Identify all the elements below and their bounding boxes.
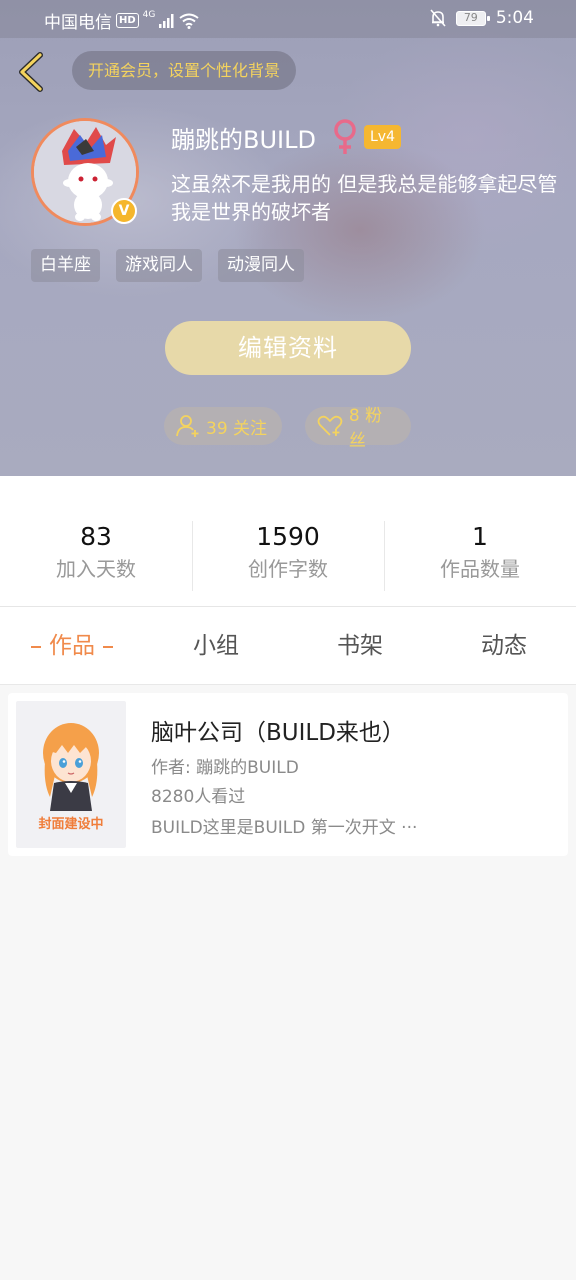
- hd-badge: HD: [116, 13, 139, 28]
- cover-placeholder-illustration: [43, 723, 99, 811]
- work-list-item[interactable]: 封面建设中 脑叶公司（BUILD来也） 作者: 蹦跳的BUILD 8280人看过…: [8, 693, 568, 856]
- stat-value: 83: [80, 522, 112, 551]
- tag-item[interactable]: 动漫同人: [218, 249, 304, 282]
- edit-profile-button[interactable]: 编辑资料: [165, 321, 411, 375]
- heart-icon: [317, 415, 343, 436]
- avatar[interactable]: V: [31, 118, 139, 226]
- level-badge: Lv4: [364, 125, 401, 149]
- stat-value: 1590: [256, 522, 320, 551]
- person-add-icon: [176, 415, 199, 437]
- following-count: 39 关注: [206, 418, 268, 439]
- username: 蹦跳的BUILD: [171, 126, 316, 154]
- back-button[interactable]: [14, 50, 54, 94]
- tab-works[interactable]: 作品: [0, 607, 144, 685]
- profile-header: 中国电信 HD 4G 79 5:04 开通会员，设置个性化背景 V 蹦跳的BUI…: [0, 0, 576, 476]
- work-description: BUILD这里是BUILD 第一次开文 ···: [151, 818, 418, 838]
- work-author: 作者: 蹦跳的BUILD: [151, 758, 299, 778]
- cover-placeholder-text: 封面建设中: [38, 817, 104, 832]
- stat-word-count: 1590 创作字数: [192, 520, 384, 584]
- battery-indicator: 79: [455, 10, 490, 26]
- fans-button[interactable]: 8 粉丝: [305, 406, 411, 451]
- tag-item[interactable]: 游戏同人: [116, 249, 202, 282]
- stat-label: 加入天数: [56, 557, 136, 581]
- vip-badge: V: [111, 198, 137, 224]
- stats-panel: 83 加入天数 1590 创作字数 1 作品数量: [0, 476, 576, 607]
- fans-count: 8 粉丝: [348, 406, 383, 451]
- tab-label: 作品: [49, 633, 95, 659]
- network-type: 4G: [142, 9, 156, 20]
- carrier-label: 中国电信: [44, 13, 112, 33]
- tab-active-dash: [103, 645, 113, 648]
- bell-off-icon: [430, 9, 446, 27]
- work-views: 8280人看过: [151, 787, 246, 807]
- wifi-icon: [179, 13, 199, 29]
- clock: 5:04: [495, 8, 534, 28]
- tab-bookshelf[interactable]: 书架: [288, 607, 432, 685]
- profile-tabs: 作品 小组 书架 动态: [0, 607, 576, 685]
- vip-background-banner[interactable]: 开通会员，设置个性化背景: [72, 51, 297, 90]
- tab-active-dash: [31, 645, 41, 648]
- user-bio: 这虽然不是我用的 但是我总是能够拿起尽管我是世界的破坏者: [171, 172, 558, 224]
- chevron-left-icon: [19, 52, 43, 92]
- stat-value: 1: [472, 522, 488, 551]
- tag-list: 白羊座 游戏同人 动漫同人: [31, 249, 304, 282]
- stat-works-count: 1 作品数量: [384, 520, 576, 584]
- signal-icon: [159, 13, 174, 28]
- tab-activity[interactable]: 动态: [432, 607, 576, 685]
- stat-label: 作品数量: [440, 557, 520, 581]
- female-icon: [334, 119, 356, 154]
- tag-item[interactable]: 白羊座: [31, 249, 100, 282]
- stat-join-days: 83 加入天数: [0, 520, 192, 584]
- status-bar: 中国电信 HD 4G 79 5:04: [0, 0, 576, 38]
- stat-label: 创作字数: [248, 557, 328, 581]
- work-title: 脑叶公司（BUILD来也）: [151, 720, 405, 746]
- work-cover: 封面建设中: [16, 701, 126, 848]
- tab-groups[interactable]: 小组: [144, 607, 288, 685]
- following-button[interactable]: 39 关注: [164, 407, 282, 445]
